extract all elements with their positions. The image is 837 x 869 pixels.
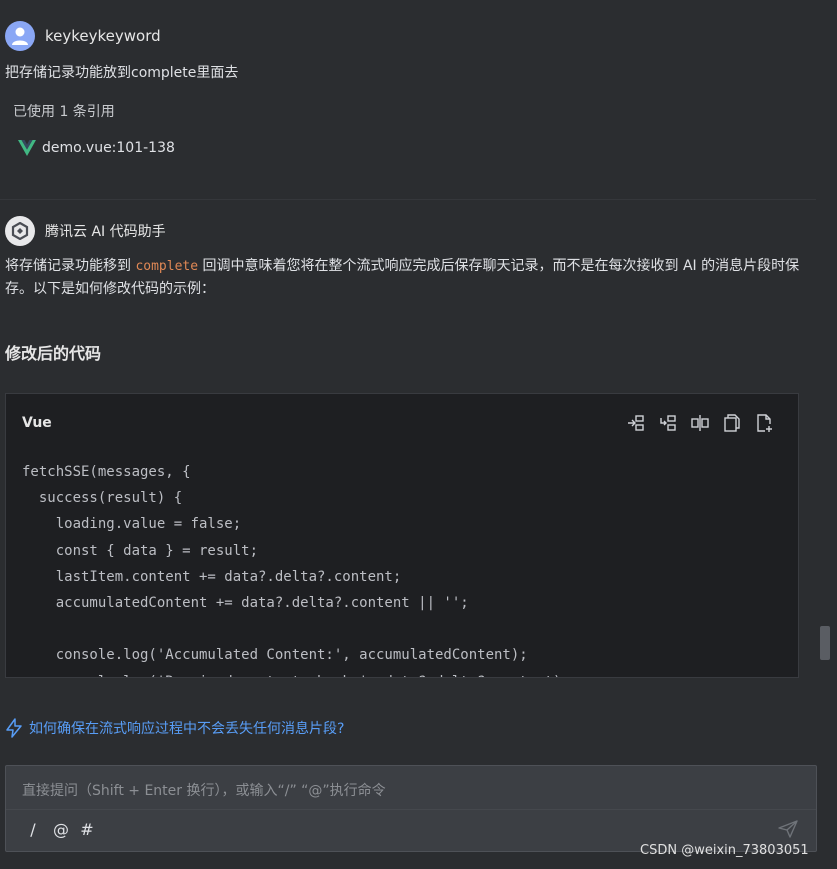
slash-command-button[interactable]: / xyxy=(26,820,40,839)
chat-panel: keykeykeyword 把存储记录功能放到complete里面去 已使用 1… xyxy=(0,0,837,869)
assistant-name: 腾讯云 AI 代码助手 xyxy=(45,224,166,240)
user-message-text: 把存储记录功能放到complete里面去 xyxy=(5,65,239,81)
code-language-label: Vue xyxy=(22,415,52,431)
mention-command-button[interactable]: @ xyxy=(53,820,69,839)
code-toolbar xyxy=(625,412,774,433)
insert-at-cursor-icon[interactable] xyxy=(625,412,646,433)
vue-icon xyxy=(18,140,36,156)
user-avatar-icon xyxy=(5,21,35,51)
assistant-avatar-icon xyxy=(5,216,35,246)
copy-icon[interactable] xyxy=(721,412,742,433)
new-file-icon[interactable] xyxy=(753,412,774,433)
message-divider xyxy=(0,199,816,200)
assistant-message-header: 腾讯云 AI 代码助手 xyxy=(5,216,166,246)
user-message-header: keykeykeyword xyxy=(5,20,161,52)
chat-input-placeholder[interactable]: 直接提问（Shift + Enter 换行），或输入“/” “@”执行命令 xyxy=(22,780,386,800)
lightning-icon xyxy=(6,718,22,738)
suggested-question-link[interactable]: 如何确保在流式响应过程中不会丢失任何消息片段? xyxy=(5,718,344,738)
code-block: Vue fetchSSE(messages, {success(result)… xyxy=(5,393,799,678)
diff-icon[interactable] xyxy=(689,412,710,433)
user-name: keykeykeyword xyxy=(45,27,161,45)
input-separator xyxy=(6,809,816,810)
reference-file-name: demo.vue:101-138 xyxy=(42,140,175,156)
send-icon[interactable] xyxy=(778,820,798,838)
references-label[interactable]: 已使用 1 条引用 xyxy=(13,101,115,121)
suggested-question-text: 如何确保在流式响应过程中不会丢失任何消息片段? xyxy=(29,721,345,737)
hash-command-button[interactable]: # xyxy=(80,820,94,839)
inline-code: complete xyxy=(135,259,199,274)
chat-input-box[interactable]: 直接提问（Shift + Enter 换行），或输入“/” “@”执行命令 / … xyxy=(5,765,817,852)
section-title: 修改后的代码 xyxy=(5,344,102,363)
code-content[interactable]: fetchSSE(messages, { success(result) { l… xyxy=(22,459,570,677)
insert-new-file-icon[interactable] xyxy=(657,412,678,433)
command-buttons: / @ # xyxy=(26,820,94,839)
reference-file-link[interactable]: demo.vue:101-138 xyxy=(18,140,175,156)
watermark: CSDN @weixin_73803051 xyxy=(640,843,809,858)
assistant-text-before: 将存储记录功能移到 xyxy=(5,258,136,274)
assistant-message-text: 将存储记录功能移到 complete 回调中意味着您将在整个流式响应完成后保存聊… xyxy=(5,255,805,301)
scrollbar-thumb[interactable] xyxy=(820,626,830,660)
